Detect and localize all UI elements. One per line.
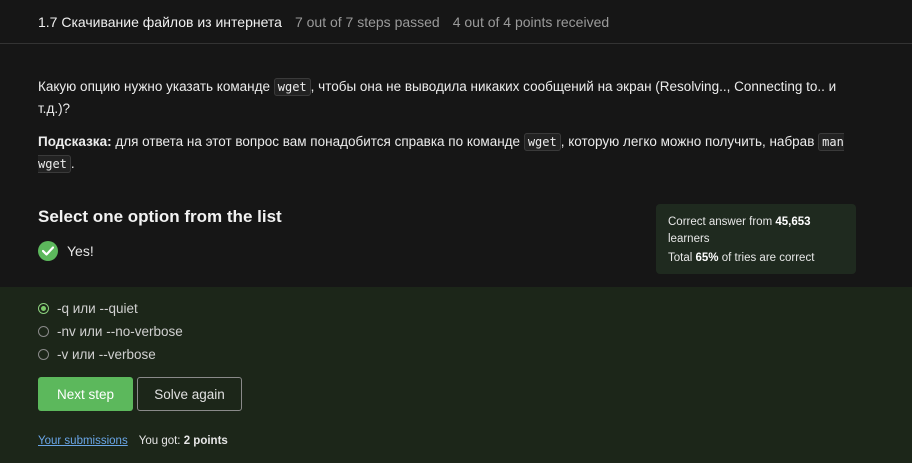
lesson-title: 1.7 Скачивание файлов из интернета bbox=[38, 13, 282, 30]
verdict: Yes! bbox=[38, 241, 94, 261]
question-text: Какую опцию нужно указать команде wget, … bbox=[38, 76, 868, 186]
hint-line: Подсказка: для ответа на этот вопрос вам… bbox=[38, 133, 844, 173]
option-label: -nv или --no-verbose bbox=[57, 324, 183, 339]
total-correct-stat: Total 65% of tries are correct bbox=[668, 252, 815, 264]
you-got-text: You got: 2 points bbox=[138, 435, 228, 447]
option-verbose[interactable]: -v или --verbose bbox=[38, 347, 156, 362]
code-wget-hint: wget bbox=[523, 133, 561, 151]
radio-icon[interactable] bbox=[38, 349, 49, 360]
radio-selected-icon[interactable] bbox=[38, 303, 49, 314]
correct-answer-stat: Correct answer from 45,653 learners bbox=[668, 216, 811, 245]
option-quiet[interactable]: -q или --quiet bbox=[38, 301, 138, 316]
lesson-header: 1.7 Скачивание файлов из интернета 7 out… bbox=[0, 0, 912, 44]
verdict-text: Yes! bbox=[67, 243, 94, 259]
option-label: -v или --verbose bbox=[57, 347, 156, 362]
steps-progress: 7 out of 7 steps passed bbox=[294, 13, 440, 30]
your-submissions-link[interactable]: Your submissions bbox=[38, 435, 128, 447]
next-step-button[interactable]: Next step bbox=[38, 377, 133, 411]
stats-card: Correct answer from 45,653 learners Tota… bbox=[656, 204, 856, 274]
option-label: -q или --quiet bbox=[57, 301, 138, 316]
hint-label: Подсказка: bbox=[38, 134, 112, 149]
learners-count: 45,653 bbox=[775, 216, 811, 228]
radio-icon[interactable] bbox=[38, 326, 49, 337]
check-icon bbox=[38, 241, 58, 261]
code-wget: wget bbox=[273, 78, 311, 96]
you-got-points: 2 points bbox=[183, 435, 228, 447]
question-line: Какую опцию нужно указать команде wget, … bbox=[38, 78, 837, 116]
option-no-verbose[interactable]: -nv или --no-verbose bbox=[38, 324, 183, 339]
solve-again-button[interactable]: Solve again bbox=[137, 377, 242, 411]
footer: Your submissions You got: 2 points bbox=[38, 435, 228, 447]
points-progress: 4 out of 4 points received bbox=[452, 13, 610, 30]
percent-correct: 65% bbox=[695, 252, 719, 264]
select-title: Select one option from the list bbox=[38, 207, 282, 226]
